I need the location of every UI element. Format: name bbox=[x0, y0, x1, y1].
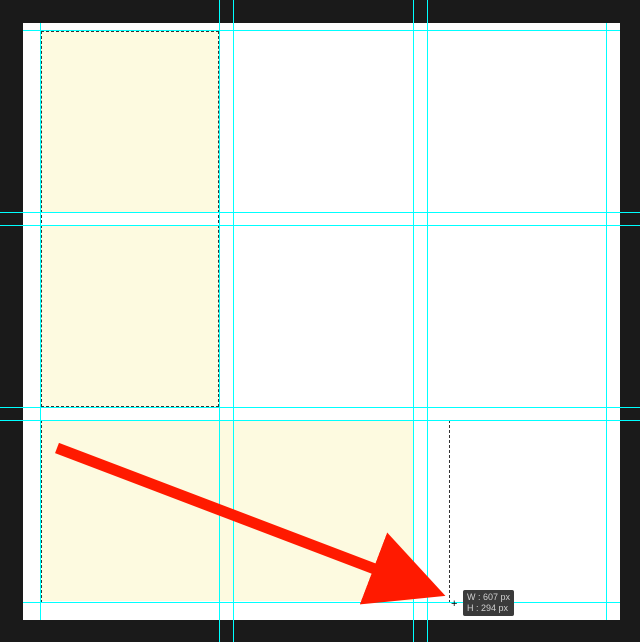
guide-horizontal[interactable] bbox=[0, 225, 640, 226]
selection-marquee[interactable] bbox=[41, 420, 450, 603]
tooltip-height-label: H : 294 px bbox=[467, 603, 510, 614]
guide-horizontal[interactable] bbox=[23, 30, 620, 31]
guide-vertical[interactable] bbox=[413, 0, 414, 642]
guide-horizontal[interactable] bbox=[0, 212, 640, 213]
tooltip-width-label: W : 607 px bbox=[467, 592, 510, 603]
guide-horizontal[interactable] bbox=[23, 602, 620, 603]
document-canvas[interactable] bbox=[23, 23, 620, 620]
guide-horizontal[interactable] bbox=[0, 420, 640, 421]
guide-vertical[interactable] bbox=[606, 23, 607, 620]
guide-vertical[interactable] bbox=[233, 0, 234, 642]
selection-marquee[interactable] bbox=[41, 31, 219, 407]
dimension-tooltip: W : 607 px H : 294 px bbox=[463, 590, 514, 616]
guide-vertical[interactable] bbox=[219, 0, 220, 642]
guide-horizontal[interactable] bbox=[0, 407, 640, 408]
guide-vertical[interactable] bbox=[40, 23, 41, 620]
marquee-cursor-icon: + bbox=[451, 599, 457, 610]
guide-vertical[interactable] bbox=[427, 0, 428, 642]
